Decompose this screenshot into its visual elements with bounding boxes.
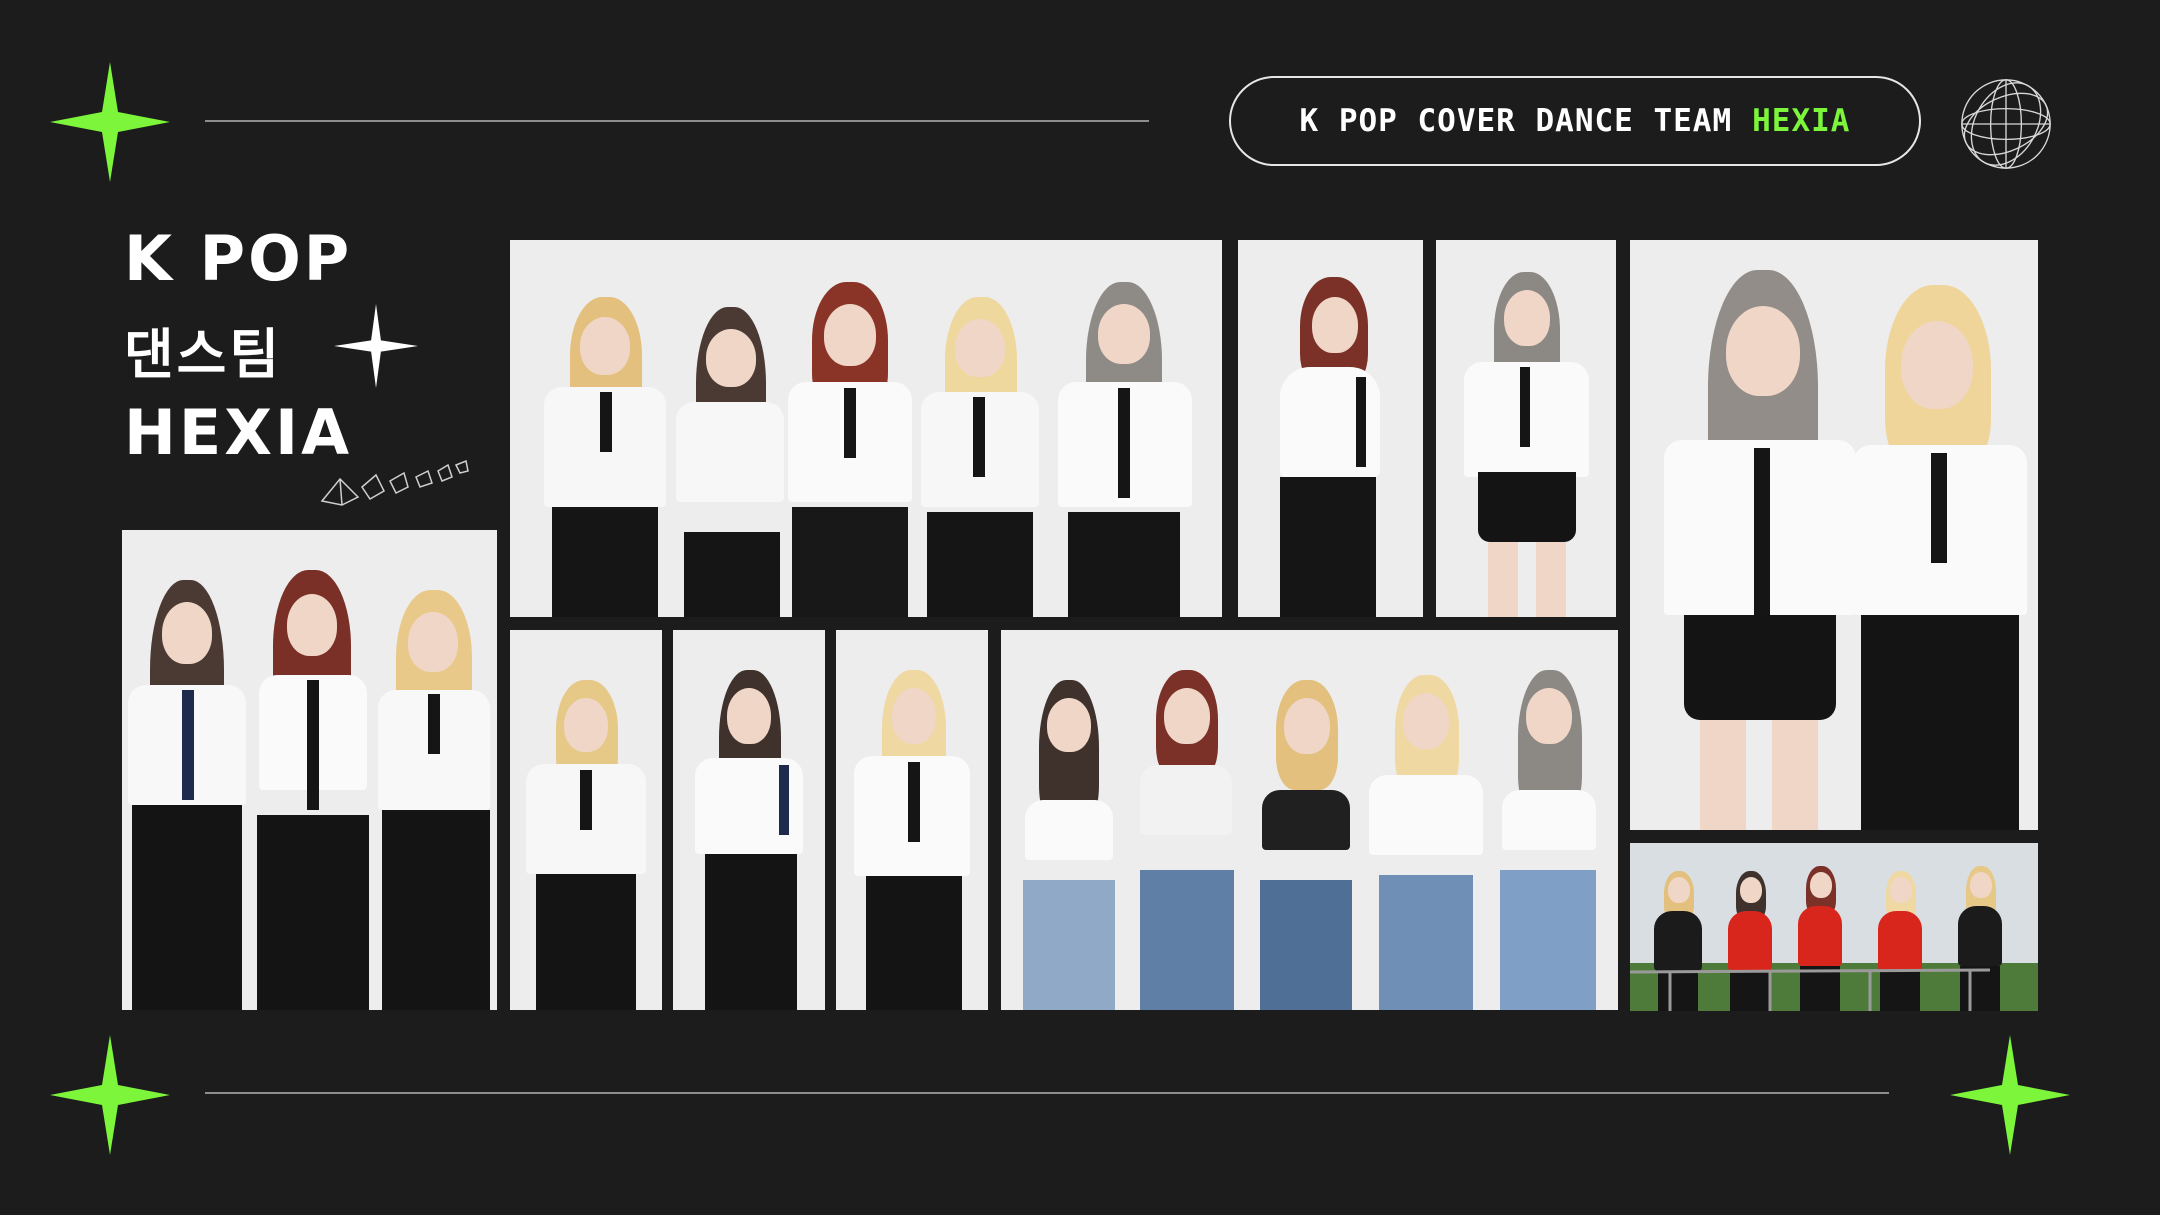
photo-solo-grey-hair-skirt [1436,240,1616,617]
bottom-divider [205,1092,1889,1094]
photo-group-of-five-denim [1001,630,1618,1010]
sparkle-star-icon [50,1035,170,1155]
photo-group-of-five-uniform [510,240,1222,617]
title-line-kpop: K POP [124,222,353,295]
photo-solo-blonde-white-shirt [836,630,988,1010]
wireframe-globe-icon [1961,79,2051,169]
sparkle-star-icon [1950,1035,2070,1155]
photo-duo-portrait [1630,240,2038,830]
top-divider [205,120,1149,122]
title-line-hexia: HEXIA [124,396,353,469]
photo-solo-brunette [673,630,825,1010]
photo-solo-red-hair [1238,240,1423,617]
pill-text: K POP COVER DANCE TEAM [1299,103,1733,139]
barrier-railing [1630,968,1991,1011]
title-line-korean: 댄스팀 [124,323,283,386]
photo-group-of-three [122,530,497,1010]
sparkle-star-icon [50,62,170,182]
pill-accent-text: HEXIA [1752,103,1851,139]
team-title-pill: K POP COVER DANCE TEAM HEXIA [1229,76,1921,166]
white-sparkle-icon [334,304,418,388]
photo-solo-blonde-crossed-arms [510,630,662,1010]
crystal-shapes-icon [320,459,469,506]
photo-stage-performance [1630,843,2038,1011]
